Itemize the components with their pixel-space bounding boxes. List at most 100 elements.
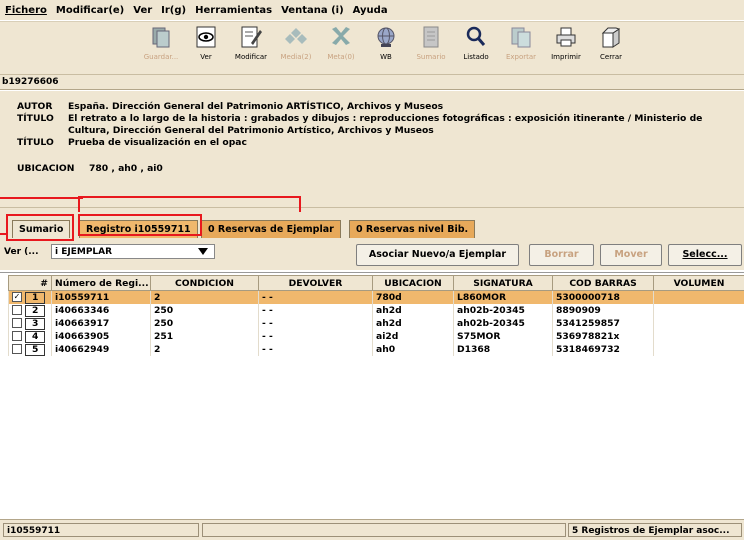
menu-bar: Fichero Modificar(e) Ver Ir(g) Herramien… <box>0 0 744 20</box>
cell-signatura: D1368 <box>454 343 553 356</box>
menu-fichero[interactable]: Fichero <box>5 5 47 16</box>
menu-ir[interactable]: Ir(g) <box>161 5 186 16</box>
borrar-button[interactable]: Borrar <box>529 244 594 266</box>
items-table: # Número de Regi... CONDICION DEVOLVER U… <box>8 275 744 356</box>
ver-label: Ver (... <box>4 247 39 257</box>
cell-condicion: 2 <box>151 291 259 305</box>
cell-volumen <box>654 343 744 356</box>
titulo-value-line2: Cultura, Dirección General del Patrimoni… <box>68 125 728 137</box>
cell-ubicacion: ah2d <box>373 317 454 330</box>
media-button[interactable]: Media(2) <box>274 24 318 72</box>
cell-numero: i40662949 <box>52 343 151 356</box>
asociar-button[interactable]: Asociar Nuevo/a Ejemplar <box>356 244 519 266</box>
table-row[interactable]: 3 i40663917 250 - - ah2d ah02b-20345 534… <box>9 317 744 330</box>
titulo-label: TÍTULO <box>17 113 69 125</box>
cell-devolver: - - <box>259 330 373 343</box>
cell-condicion: 250 <box>151 304 259 317</box>
annotation-line <box>0 197 83 199</box>
tab-reservas-bib[interactable]: 0 Reservas nivel Bib. <box>349 220 475 238</box>
menu-ver[interactable]: Ver <box>133 5 152 16</box>
tab-reservas-ejemplar[interactable]: 0 Reservas de Ejemplar <box>201 220 341 238</box>
view-button[interactable]: Ver <box>184 24 228 72</box>
col-header-ubicacion[interactable]: UBICACION <box>373 276 454 291</box>
cell-cod-barras: 8890909 <box>553 304 654 317</box>
col-header-devolver[interactable]: DEVOLVER <box>259 276 373 291</box>
row-checkbox[interactable] <box>12 318 22 328</box>
menu-modificar[interactable]: Modificar(e) <box>56 5 124 16</box>
titulo-value-line1: El retrato a lo largo de la historia : g… <box>68 113 728 125</box>
cell-ubicacion: ah2d <box>373 304 454 317</box>
cell-numero: i40663917 <box>52 317 151 330</box>
wb-button[interactable]: WB <box>364 24 408 72</box>
print-icon <box>554 25 578 49</box>
export-button[interactable]: Exportar <box>499 24 543 72</box>
chevron-down-icon <box>198 248 208 256</box>
col-header-signatura[interactable]: SIGNATURA <box>454 276 553 291</box>
cell-cod-barras: 536978821x <box>553 330 654 343</box>
media-icon <box>284 25 308 49</box>
cell-signatura: S75MOR <box>454 330 553 343</box>
cell-volumen <box>654 304 744 317</box>
mover-button[interactable]: Mover <box>600 244 662 266</box>
options-bar: Ver (... i EJEMPLAR Asociar Nuevo/a Ejem… <box>0 240 744 270</box>
cell-condicion: 250 <box>151 317 259 330</box>
cell-cod-barras: 5341259857 <box>553 317 654 330</box>
close-button[interactable]: Cerrar <box>589 24 633 72</box>
titulo2-value: Prueba de visualización en el opac <box>68 137 728 149</box>
summary-button[interactable]: Sumario <box>409 24 453 72</box>
table-row[interactable]: 5 i40662949 2 - - ah0 D1368 5318469732 <box>9 343 744 356</box>
save-icon <box>149 25 173 49</box>
cell-cod-barras: 5318469732 <box>553 343 654 356</box>
menu-herramientas[interactable]: Herramientas <box>195 5 272 16</box>
autor-value: España. Dirección General del Patrimonio… <box>68 101 728 113</box>
items-table-panel: # Número de Regi... CONDICION DEVOLVER U… <box>0 272 744 519</box>
col-header-condicion[interactable]: CONDICION <box>151 276 259 291</box>
edit-icon <box>239 25 263 49</box>
row-checkbox[interactable]: ✓ <box>12 292 22 302</box>
autor-label: AUTOR <box>17 101 69 113</box>
annotation-box-sumario <box>6 214 74 241</box>
modify-button[interactable]: Modificar <box>229 24 273 72</box>
table-header-row: # Número de Regi... CONDICION DEVOLVER U… <box>9 276 744 291</box>
annotation-box-registro <box>78 214 202 236</box>
row-checkbox[interactable] <box>12 344 22 354</box>
status-middle <box>202 523 566 537</box>
row-number: 3 <box>25 318 45 330</box>
cell-signatura: ah02b-20345 <box>454 304 553 317</box>
cell-cod-barras: 5300000718 <box>553 291 654 305</box>
cell-numero: i40663346 <box>52 304 151 317</box>
col-header-volumen[interactable]: VOLUMEN <box>654 276 744 291</box>
row-checkbox[interactable] <box>12 331 22 341</box>
row-number: 4 <box>25 331 45 343</box>
table-row[interactable]: 4 i40663905 251 - - ai2d S75MOR 53697882… <box>9 330 744 343</box>
seleccionar-button[interactable]: Selecc... <box>668 244 742 266</box>
menu-ayuda[interactable]: Ayuda <box>353 5 388 16</box>
col-header-numero[interactable]: Número de Regi... <box>52 276 151 291</box>
row-number: 5 <box>25 344 45 356</box>
meta-button[interactable]: Meta(0) <box>319 24 363 72</box>
save-button[interactable]: Guardar... <box>139 24 183 72</box>
cell-ubicacion: ah0 <box>373 343 454 356</box>
cell-signatura: L860MOR <box>454 291 553 305</box>
cell-signatura: ah02b-20345 <box>454 317 553 330</box>
globe-icon <box>374 25 398 49</box>
cell-volumen <box>654 291 744 305</box>
status-bar: i10559711 5 Registros de Ejemplar asoc..… <box>0 519 744 540</box>
cell-volumen <box>654 330 744 343</box>
row-checkbox[interactable] <box>12 305 22 315</box>
cell-devolver: - - <box>259 304 373 317</box>
col-header-num[interactable]: # <box>9 276 52 291</box>
menu-ventana[interactable]: Ventana (i) <box>281 5 344 16</box>
col-header-cod-barras[interactable]: COD BARRAS <box>553 276 654 291</box>
table-row[interactable]: ✓ 1 i10559711 2 - - 780d L860MOR 5300000… <box>9 291 744 305</box>
print-button[interactable]: Imprimir <box>544 24 588 72</box>
table-row[interactable]: 2 i40663346 250 - - ah2d ah02b-20345 889… <box>9 304 744 317</box>
ver-select[interactable]: i EJEMPLAR <box>51 244 215 259</box>
cell-numero: i10559711 <box>52 291 151 305</box>
record-id: b19276606 <box>0 75 744 90</box>
cell-devolver: - - <box>259 317 373 330</box>
list-button[interactable]: Listado <box>454 24 498 72</box>
cell-ubicacion: ai2d <box>373 330 454 343</box>
cell-devolver: - - <box>259 291 373 305</box>
meta-icon <box>329 25 353 49</box>
